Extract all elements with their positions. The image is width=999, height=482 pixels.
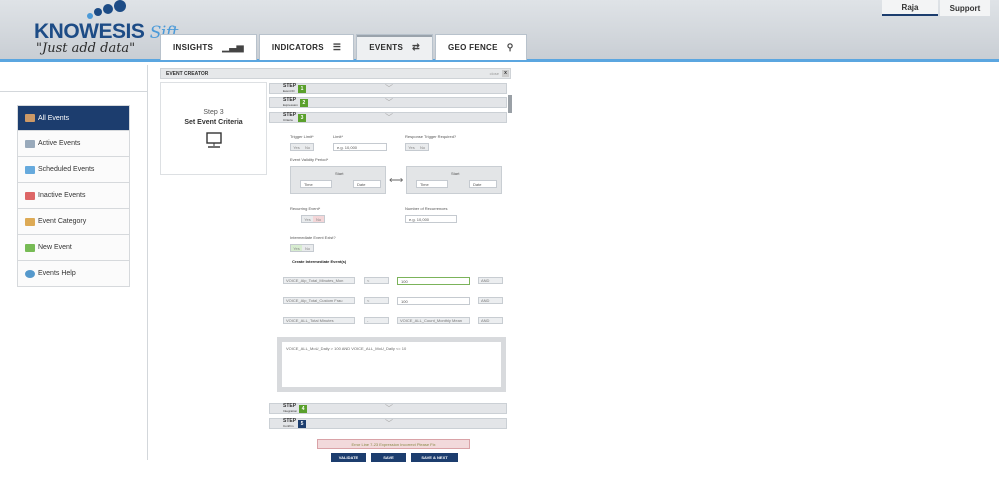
expression-textarea[interactable]: VOICE_ALL_MoU_Daily > 100 AND VOICE_ALL_…: [282, 342, 501, 387]
operator-select[interactable]: <: [364, 297, 389, 304]
start-label: Start: [335, 171, 344, 176]
events-icon: [25, 114, 35, 122]
step-4-bar[interactable]: STEP Integration 4 ﹀: [269, 403, 507, 414]
category-icon: [25, 217, 35, 226]
tab-events[interactable]: EVENTS ⇄: [356, 34, 433, 60]
end-time-input[interactable]: Time: [416, 180, 448, 188]
intermediate-label: Intermediate Event Exist?: [290, 235, 336, 240]
monitor-icon: [205, 132, 222, 148]
step-card: Step 3 Set Event Criteria: [160, 82, 267, 175]
end-label: Start: [451, 171, 460, 176]
join-select[interactable]: AND: [478, 277, 503, 284]
active-icon: [25, 139, 35, 148]
step-badge: 2: [299, 98, 308, 107]
operator-select[interactable]: -: [364, 317, 389, 324]
sidebar-item-all-events[interactable]: All Events: [17, 105, 130, 131]
response-toggle[interactable]: Yes No: [405, 143, 429, 151]
step-badge: 4: [299, 404, 308, 413]
logo-dots-icon: [87, 0, 126, 19]
sidebar-item-scheduled-events[interactable]: Scheduled Events: [17, 157, 130, 183]
range-arrow-icon: ⟷: [389, 175, 404, 186]
value-input[interactable]: 100: [397, 277, 470, 285]
sidebar-item-new-event[interactable]: New Event: [17, 235, 130, 261]
start-period-box: Start Time Date: [290, 166, 386, 194]
field-select[interactable]: VOICE_Alp_Total_Minutes_Mon: [283, 277, 355, 284]
close-icon[interactable]: x: [502, 70, 509, 77]
sidebar-item-inactive-events[interactable]: Inactive Events: [17, 183, 130, 209]
step-badge: 1: [298, 84, 307, 93]
sidebar-item-events-help[interactable]: Events Help: [17, 261, 130, 287]
field-select[interactable]: VOICE_ALL_Total Minutes: [283, 317, 355, 324]
intermediate-toggle[interactable]: Yes No: [290, 244, 314, 252]
validate-button[interactable]: VALIDATE: [331, 453, 366, 462]
recurring-toggle[interactable]: Yes No: [301, 215, 325, 223]
trigger-limit-label: Trigger Limit*: [290, 134, 314, 139]
step-1-bar[interactable]: STEP Event ID 1 ﹀: [269, 83, 507, 94]
create-intermediate-link[interactable]: Create Intermediate Event(s): [292, 259, 346, 264]
join-select[interactable]: AND: [478, 317, 503, 324]
step-3-bar[interactable]: STEP Criteria 3 ﹀: [269, 112, 507, 123]
step-badge: 5: [298, 419, 307, 428]
expression-editor: VOICE_ALL_MoU_Daily > 100 AND VOICE_ALL_…: [277, 337, 506, 392]
response-label: Response Trigger Required?: [405, 134, 457, 139]
chevron-down-icon: ﹀: [385, 113, 393, 122]
save-next-button[interactable]: SAVE & NEXT: [411, 453, 458, 462]
start-date-input[interactable]: Date: [353, 180, 381, 188]
chevron-down-icon: ﹀: [385, 404, 393, 413]
new-icon: [25, 243, 35, 252]
calendar-icon: [25, 165, 35, 174]
bar-chart-icon: ▁▃▅: [222, 42, 244, 52]
value-input[interactable]: 100: [397, 297, 470, 305]
chevron-down-icon: ﹀: [385, 98, 393, 107]
limit-input[interactable]: e.g. 10,000: [333, 143, 387, 151]
sidebar-menu: All Events Active Events Scheduled Event…: [17, 105, 130, 287]
list-icon: ☰: [332, 42, 342, 52]
step-title: Set Event Criteria: [184, 119, 243, 126]
brand-tagline: "Just add data": [36, 41, 136, 56]
sidebar-header: [0, 65, 147, 92]
trigger-limit-toggle[interactable]: Yes No: [290, 143, 314, 151]
event-creator-header: EVENT CREATOR close x: [160, 68, 511, 79]
header: KNOWESIS Sift "Just add data" Raja Suppo…: [0, 0, 999, 62]
tab-indicators[interactable]: INDICATORS ☰: [258, 34, 355, 60]
step-5-bar[interactable]: STEP Confirm 5 ﹀: [269, 418, 507, 429]
validity-label: Event Validity Period*: [290, 157, 329, 162]
operator-select[interactable]: <: [364, 277, 389, 284]
recurrences-label: Number of Recurrences: [405, 206, 448, 211]
user-button[interactable]: Raja: [882, 0, 938, 16]
end-date-input[interactable]: Date: [469, 180, 497, 188]
repeat-icon: ⇄: [412, 42, 420, 52]
map-pin-icon: ⚲: [506, 42, 514, 52]
support-button[interactable]: Support: [940, 0, 990, 16]
save-button[interactable]: SAVE: [371, 453, 406, 462]
step-number: Step 3: [203, 109, 224, 116]
chevron-down-icon: ﹀: [385, 419, 393, 428]
scrollbar[interactable]: [508, 95, 512, 113]
step-badge: 3: [298, 113, 307, 122]
close-link[interactable]: close: [490, 71, 499, 76]
field-select[interactable]: VOICE_Alp_Total_Custom Frau: [283, 297, 355, 304]
end-period-box: Start Time Date: [406, 166, 502, 194]
sidebar-item-active-events[interactable]: Active Events: [17, 131, 130, 157]
error-message: Error Line 7-23 Expression Incorrect Ple…: [317, 439, 470, 449]
inactive-icon: [25, 191, 35, 200]
step-2-bar[interactable]: STEP Expression 2 ﹀: [269, 97, 507, 108]
sidebar-item-event-category[interactable]: Event Category: [17, 209, 130, 235]
limit-label: Limit*: [333, 134, 344, 139]
tab-insights[interactable]: INSIGHTS ▁▃▅: [160, 34, 257, 60]
tab-geo-fence[interactable]: GEO FENCE ⚲: [434, 34, 527, 60]
recurring-label: Recurring Event*: [290, 206, 321, 211]
help-icon: [25, 269, 35, 278]
join-select[interactable]: AND: [478, 297, 503, 304]
start-time-input[interactable]: Time: [300, 180, 332, 188]
value-select[interactable]: VOICE_ALL_Count_Monthly Mean: [397, 317, 470, 324]
chevron-down-icon: ﹀: [385, 84, 393, 93]
recurrences-input[interactable]: e.g. 10,000: [405, 215, 457, 223]
